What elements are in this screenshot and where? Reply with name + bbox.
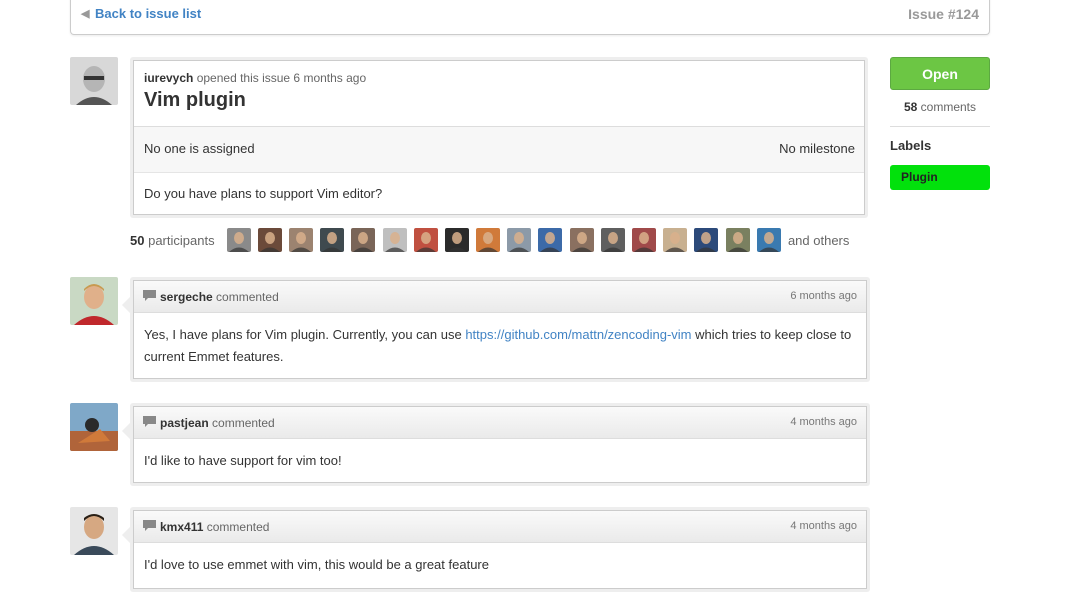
milestone-text[interactable]: No milestone [779,141,855,156]
participant-avatar[interactable] [257,228,282,252]
comment-link[interactable]: https://github.com/mattn/zencoding-vim [465,327,691,342]
issue-nav-bar: ◀ Back to issue list Issue #124 [70,0,990,35]
participant-avatar[interactable] [351,228,376,252]
comment: kmx411 commented 4 months ago I'd love t… [122,507,870,592]
participant-avatar[interactable] [632,228,657,252]
comment-timestamp[interactable]: 4 months ago [790,416,857,428]
comment-action: commented [206,520,270,534]
avatar[interactable] [70,277,118,325]
comment-header: kmx411 commented 4 months ago [134,511,866,543]
comment-body: I'd love to use emmet with vim, this wou… [144,557,489,572]
issue-header: iurevych opened this issue 6 months ago … [134,61,864,127]
comment-author[interactable]: sergeche [160,290,213,304]
arrow-left-icon: ◀ [81,8,90,20]
participant-avatar[interactable] [538,228,563,252]
participant-avatar[interactable] [694,228,719,252]
back-to-issue-list-link[interactable]: ◀ Back to issue list [81,6,201,21]
comment-bubble-icon [143,520,156,531]
participant-avatar[interactable] [320,228,345,252]
participant-avatar[interactable] [444,228,469,252]
participant-avatar[interactable] [413,228,438,252]
sidebar-divider [890,126,990,127]
avatar[interactable] [70,403,118,451]
participant-avatar[interactable] [756,228,781,252]
participant-avatar[interactable] [476,228,501,252]
comment-body: Yes, I have plans for Vim plugin. Curren… [134,313,866,379]
label-plugin[interactable]: Plugin [890,165,990,190]
issue-title: Vim plugin [144,89,246,111]
issue-meta-row: No one is assigned No milestone [134,127,864,173]
comment-header: sergeche commented 6 months ago [134,281,866,313]
comment-timestamp[interactable]: 4 months ago [790,520,857,532]
participant-avatar[interactable] [663,228,688,252]
participants-row: 50 participants and others [130,228,849,252]
comment-bubble-icon [143,416,156,427]
participant-avatar[interactable] [226,228,251,252]
comment-author[interactable]: kmx411 [160,520,203,534]
comment-body: I'd like to have support for vim too! [144,453,342,468]
comments-count: 58 comments [890,100,990,114]
comment-header: pastjean commented 4 months ago [134,407,866,439]
comment-text: Yes, I have plans for Vim plugin. Curren… [144,327,466,342]
avatar[interactable] [70,507,118,555]
comments-count-label: comments [920,100,977,114]
participant-avatar[interactable] [600,228,625,252]
participant-avatar[interactable] [288,228,313,252]
participant-avatar[interactable] [569,228,594,252]
issue-opened-text: opened this issue 6 months ago [196,71,367,85]
participant-avatars [226,228,788,252]
comments-count-number: 58 [903,100,918,114]
comment-timestamp[interactable]: 6 months ago [790,290,857,302]
comment-bubble-icon [143,290,156,301]
issue-state-button[interactable]: Open [890,57,990,90]
comment-action: commented [216,290,279,304]
back-link-label: Back to issue list [95,6,202,21]
participant-avatar[interactable] [507,228,532,252]
assignee-text[interactable]: No one is assigned [144,141,255,156]
issue-number: Issue #124 [908,6,979,22]
comment: pastjean commented 4 months ago I'd like… [122,403,870,486]
participants-label: participants [148,232,215,248]
comment-author[interactable]: pastjean [160,416,209,430]
issue-panel: iurevych opened this issue 6 months ago … [130,57,868,218]
labels-heading: Labels [890,138,932,153]
and-others-text: and others [787,232,850,248]
comment-action: commented [212,416,275,430]
avatar[interactable] [70,57,118,105]
participants-count: 50 [130,232,145,248]
issue-body: Do you have plans to support Vim editor? [144,186,383,201]
participant-avatar[interactable] [382,228,407,252]
issue-author[interactable]: iurevych [144,71,193,85]
participant-avatar[interactable] [725,228,750,252]
comment: sergeche commented 6 months ago Yes, I h… [122,277,870,382]
